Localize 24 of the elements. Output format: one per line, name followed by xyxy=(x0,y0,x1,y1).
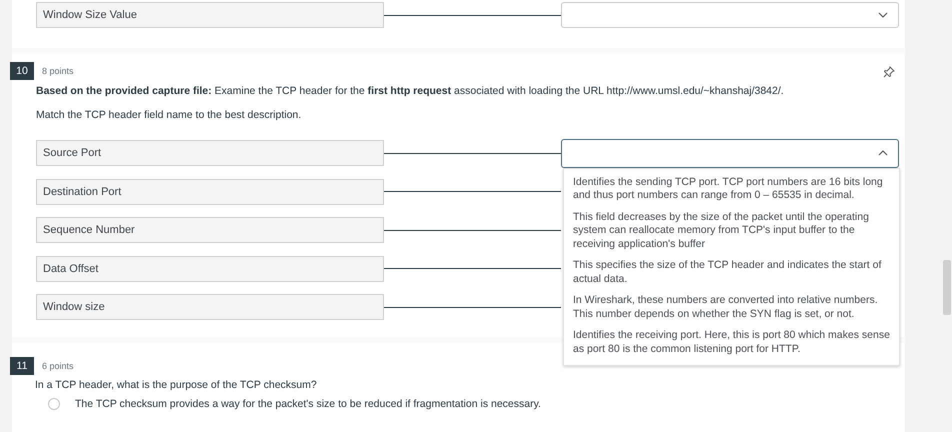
question-points: 8 points xyxy=(42,66,74,76)
field-name: Data Offset xyxy=(36,256,384,282)
chevron-down-icon xyxy=(878,12,888,18)
radio-button[interactable] xyxy=(48,398,60,410)
question-prompt: In a TCP header, what is the purpose of the TCP checksum? xyxy=(35,379,318,391)
field-name: Window Size Value xyxy=(36,2,384,28)
dropdown-option[interactable]: In Wireshark, these numbers are converted into relative numbers. This number depends on whether the SYN flag is set, or not. xyxy=(564,291,899,326)
dropdown-option[interactable]: This specifies the size of the TCP header and indicates the start of actual data. xyxy=(564,256,899,291)
answer-option[interactable]: The TCP checksum provides a way for the packet's size to be reduced if fragmentation is necessary. xyxy=(75,398,541,410)
question-prompt: Based on the provided capture file: Examine the TCP header for the first http request associated with loading the URL http://www.umsl.edu/~khanshaj/3842/. xyxy=(36,85,785,97)
dropdown-option[interactable]: Identifies the sending TCP port. TCP port numbers are 16 bits long and thus port numbers can range from 0 – 65535 in decimal. xyxy=(564,172,899,208)
field-name: Window size xyxy=(36,294,384,320)
question-instruction: Match the TCP header field name to the best description. xyxy=(36,109,302,121)
chevron-up-icon xyxy=(878,150,888,156)
question-number: 11 xyxy=(10,357,34,375)
question-number: 10 xyxy=(10,62,34,80)
field-name: Sequence Number xyxy=(36,217,384,243)
pin-icon[interactable] xyxy=(883,66,895,78)
field-name: Source Port xyxy=(36,140,384,166)
field-name: Destination Port xyxy=(36,178,384,204)
dropdown-option[interactable]: Identifies the receiving port. Here, this is port 80 which makes sense as port 80 is the common listening port for HTTP. xyxy=(564,326,899,361)
dropdown-option[interactable]: This field decreases by the size of the packet until the operating system can reallocate memory from TCP's input buffer to the receiving application's buffer xyxy=(564,208,899,256)
scrollbar-thumb[interactable] xyxy=(943,260,951,315)
question-points: 6 points xyxy=(42,361,74,371)
